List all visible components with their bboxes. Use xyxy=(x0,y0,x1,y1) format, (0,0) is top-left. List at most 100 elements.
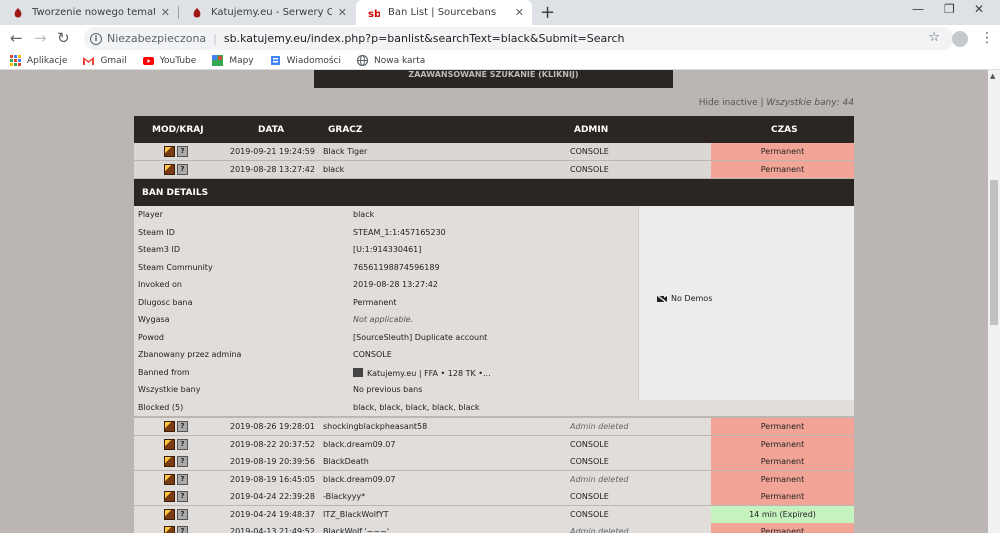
table-row[interactable]: ? 2019-08-22 20:37:52 black.dream09.07 CONS… xyxy=(134,435,854,453)
player-name: black xyxy=(323,165,345,174)
mod-icon xyxy=(164,438,175,450)
detail-key: Zbanowany przez admina xyxy=(138,350,242,359)
close-tab-icon[interactable]: ✕ xyxy=(515,6,524,19)
ban-date: 2019-08-19 16:45:05 xyxy=(230,474,315,484)
ban-date: 2019-08-28 13:27:42 xyxy=(230,165,315,174)
admin-name: CONSOLE xyxy=(570,165,609,174)
ban-length: Permanent xyxy=(711,523,854,533)
flags: ? xyxy=(164,456,188,467)
no-demos: No Demos xyxy=(657,294,712,303)
close-tab-icon[interactable]: ✕ xyxy=(338,6,347,19)
bookmark-star-icon[interactable]: ☆ xyxy=(928,30,940,45)
hide-inactive-link[interactable]: Hide inactive xyxy=(699,98,758,108)
ban-date: 2019-08-22 20:37:52 xyxy=(230,439,315,449)
sourcebans-favicon-icon: sb xyxy=(368,9,380,19)
gmail-icon xyxy=(83,57,95,65)
tab-title: Tworzenie nowego tematu - Katu xyxy=(32,7,155,18)
demo-panel: No Demos xyxy=(638,206,854,400)
scroll-up-icon[interactable]: ▲ xyxy=(990,72,995,80)
player-name: BlackWolf '~~~' xyxy=(323,527,390,533)
minimize-button[interactable]: — xyxy=(912,2,924,16)
new-tab-button[interactable]: + xyxy=(540,2,555,23)
forward-button[interactable]: → xyxy=(34,29,47,47)
detail-value: [SourceSleuth] Duplicate account xyxy=(353,332,488,342)
mod-icon xyxy=(164,164,175,175)
admin-name: CONSOLE xyxy=(570,439,609,449)
bookmark-mapy[interactable]: Mapy xyxy=(212,55,254,66)
reload-button[interactable]: ↻ xyxy=(57,29,70,47)
detail-row: Powod [SourceSleuth] Duplicate account xyxy=(134,329,638,346)
steam-community-link[interactable]: 76561198874596189 xyxy=(353,263,440,272)
ban-length: Permanent xyxy=(711,143,854,160)
bookmark-label: Wiadomości xyxy=(286,55,341,66)
detail-row: Wszystkie bany No previous bans xyxy=(134,381,638,398)
tab-tworzenie-tematu[interactable]: Tworzenie nowego tematu - Katu ✕ xyxy=(0,0,178,25)
admin-name: Admin deleted xyxy=(570,527,629,533)
detail-row: Player black xyxy=(134,206,638,223)
bookmark-youtube[interactable]: YouTube xyxy=(142,55,196,66)
advanced-search-button[interactable]: ZAAWANSOWANE SZUKANIE (KLIKNIJ) xyxy=(314,70,673,88)
unknown-country-icon: ? xyxy=(177,456,188,467)
table-row[interactable]: ? 2019-04-24 19:48:37 ITZ_BlackWolfYT CONSO… xyxy=(134,505,854,523)
bookmark-gmail[interactable]: Gmail xyxy=(83,55,127,66)
table-row[interactable]: ? 2019-08-19 20:39:56 BlackDeath CONSOLE Per… xyxy=(134,453,854,470)
unknown-country-icon: ? xyxy=(177,508,188,520)
bookmark-nowa-karta[interactable]: Nowa karta xyxy=(357,55,425,66)
tab-title: Ban List | Sourcebans xyxy=(388,7,497,18)
table-row[interactable]: ? 2019-04-24 22:39:28 -Blackyyy* CONSOLE Per… xyxy=(134,488,854,505)
tab-ban-list[interactable]: sb Ban List | Sourcebans ✕ xyxy=(356,0,532,25)
server-icon xyxy=(353,367,363,377)
detail-value: Not applicable. xyxy=(353,315,414,324)
tab-katujemy-serwery[interactable]: Katujemy.eu - Serwery CS 1.6, CS ✕ xyxy=(179,0,355,25)
mod-icon xyxy=(164,456,175,467)
admin-name: CONSOLE xyxy=(570,457,609,466)
close-tab-icon[interactable]: ✕ xyxy=(161,6,170,19)
unknown-country-icon: ? xyxy=(177,164,188,175)
restore-button[interactable]: ❐ xyxy=(944,2,955,16)
detail-row: Steam ID STEAM_1:1:457165230 xyxy=(134,224,638,241)
total-bans-count: Wszystkie bany: 44 xyxy=(766,98,854,108)
back-button[interactable]: ← xyxy=(10,29,23,47)
player-name: shockingblackpheasant58 xyxy=(323,422,428,431)
detail-row: Steam3 ID [U:1:914330461] xyxy=(134,241,638,258)
bookmark-apps[interactable]: Aplikacje xyxy=(10,55,67,66)
close-window-button[interactable]: ✕ xyxy=(974,2,984,16)
flags: ? xyxy=(164,526,188,533)
detail-row: Dlugosc bana Permanent xyxy=(134,294,638,311)
no-demos-label: No Demos xyxy=(671,294,713,303)
bookmark-label: Aplikacje xyxy=(27,55,68,66)
table-row[interactable]: ? 2019-09-21 19:24:59 Black Tiger CONSOL… xyxy=(134,143,854,160)
ban-date: 2019-04-24 22:39:28 xyxy=(230,492,315,501)
player-name: Black Tiger xyxy=(323,147,368,156)
svg-text:sb: sb xyxy=(368,9,380,19)
mod-icon xyxy=(164,146,175,157)
url-text[interactable]: sb.katujemy.eu/index.php?p=banlist&searc… xyxy=(224,32,625,45)
detail-key: Powod xyxy=(138,332,164,342)
info-icon[interactable]: i xyxy=(90,32,102,45)
mod-icon xyxy=(164,473,175,485)
unknown-country-icon: ? xyxy=(177,473,188,485)
ban-date: 2019-09-21 19:24:59 xyxy=(230,147,315,156)
mod-icon xyxy=(164,508,175,520)
bookmark-wiadomosci[interactable]: Wiadomości xyxy=(270,55,341,66)
menu-kebab-icon[interactable]: ⋮ xyxy=(980,30,994,46)
ban-date: 2019-08-26 19:28:01 xyxy=(230,422,315,431)
globe-icon xyxy=(357,55,368,66)
table-row[interactable]: ? 2019-08-26 19:28:01 shockingblackpheasan… xyxy=(134,418,854,435)
table-row[interactable]: ? 2019-08-19 16:45:05 black.dream09.07 Admi… xyxy=(134,470,854,488)
detail-value: STEAM_1:1:457165230 xyxy=(353,227,446,237)
profile-avatar-icon[interactable] xyxy=(952,31,968,47)
tab-title: Katujemy.eu - Serwery CS 1.6, CS xyxy=(211,7,332,18)
detail-key: Banned from xyxy=(138,367,190,377)
scrollbar-thumb[interactable] xyxy=(990,180,998,325)
table-row[interactable]: ? 2019-04-13 21:49:52 BlackWolf '~~~' Admin… xyxy=(134,523,854,533)
player-name: black.dream09.07 xyxy=(323,439,396,449)
ban-length: 14 min (Expired) xyxy=(711,505,854,523)
admin-name: CONSOLE xyxy=(570,509,609,519)
mod-icon xyxy=(164,421,175,432)
detail-key: Blocked (5) xyxy=(138,402,184,412)
unknown-country-icon: ? xyxy=(177,491,188,502)
table-row[interactable]: ? 2019-08-28 13:27:42 black CONSOLE Perm… xyxy=(134,161,854,178)
address-bar[interactable]: i Niezabezpieczona | sb.katujemy.eu/inde… xyxy=(84,27,954,50)
ban-details-panel: Player black Steam ID STEAM_1:1:457165230 … xyxy=(134,206,854,416)
